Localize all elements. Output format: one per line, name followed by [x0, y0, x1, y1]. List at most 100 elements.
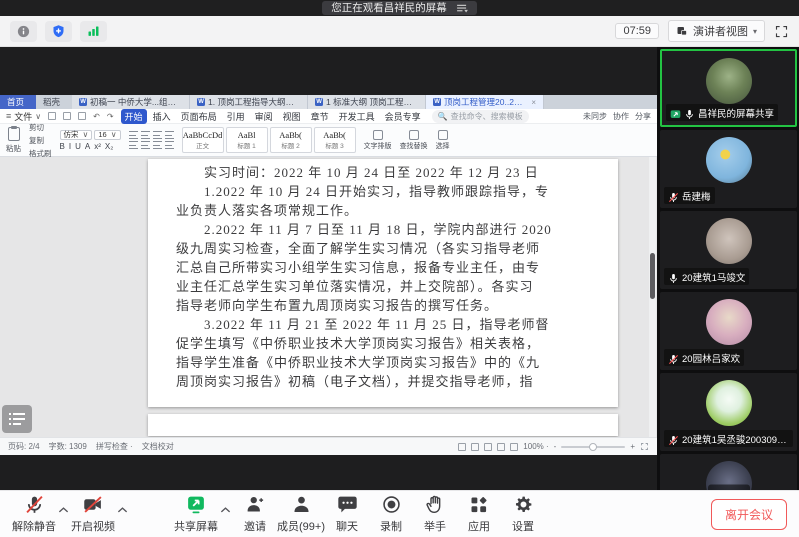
- ribbon-tool-button[interactable]: 文字排版: [364, 129, 392, 151]
- wps-ribbon-tab[interactable]: 开始: [120, 108, 147, 124]
- invite-button[interactable]: 邀请: [233, 492, 277, 536]
- paragraph-style-option[interactable]: AaBbCcDd 正文: [181, 127, 224, 153]
- indent-decrease-icon[interactable]: [152, 131, 162, 139]
- banner-menu-icon[interactable]: [456, 4, 468, 13]
- wps-document-tab[interactable]: W 稻壳: [36, 95, 72, 109]
- wps-ribbon-tab[interactable]: 会员专享: [381, 109, 425, 124]
- fullscreen-icon[interactable]: [774, 24, 789, 39]
- copy-button[interactable]: 复制: [29, 135, 52, 146]
- avatar: [705, 218, 752, 264]
- redo-icon[interactable]: ↷: [107, 112, 114, 121]
- wps-ribbon-tab[interactable]: 审阅: [251, 109, 277, 124]
- web-view-icon[interactable]: [497, 442, 506, 451]
- network-quality-button[interactable]: [80, 20, 107, 42]
- scrollbar-thumb[interactable]: [650, 253, 655, 299]
- font-name-select[interactable]: 仿宋 ∨: [59, 129, 93, 140]
- wps-menubar-right-item[interactable]: 未同步: [583, 111, 607, 122]
- mute-options-chevron[interactable]: [56, 499, 71, 521]
- paragraph-style-option[interactable]: AaBb( 标题 2: [269, 127, 312, 153]
- record-button[interactable]: 录制: [369, 492, 413, 536]
- wps-document-area[interactable]: 实习时间：2022 年 10 月 24 日至 2022 年 12 月 23 日 …: [0, 157, 657, 437]
- members-button[interactable]: 成员(99+): [277, 492, 325, 536]
- share-screen-button[interactable]: 共享屏幕: [174, 492, 218, 536]
- zoom-slider[interactable]: [561, 442, 626, 451]
- zoom-out-button[interactable]: -: [554, 442, 557, 451]
- participant-tile[interactable]: 20建筑1吴丞骏2003091...: [660, 373, 797, 451]
- chat-button[interactable]: 聊天: [325, 492, 369, 536]
- eye-protect-icon[interactable]: [458, 442, 467, 451]
- paste-button[interactable]: 粘贴: [6, 125, 21, 154]
- spellcheck-toggle[interactable]: 拼写检查 ·: [96, 441, 133, 452]
- ribbon-tool-button[interactable]: 选择: [436, 129, 450, 151]
- participant-tile[interactable]: 岳建梅: [660, 130, 797, 208]
- text-format-button[interactable]: A: [85, 142, 90, 151]
- view-mode-selector[interactable]: 演讲者视图 ▾: [667, 20, 765, 42]
- text-format-button[interactable]: I: [69, 142, 71, 151]
- wps-menubar-right-item[interactable]: 分享: [635, 111, 651, 122]
- text-format-button[interactable]: x²: [94, 142, 101, 151]
- wps-ribbon-tab[interactable]: 页面布局: [177, 109, 221, 124]
- settings-button[interactable]: 设置: [501, 492, 545, 536]
- proofread-toggle[interactable]: 文档校对: [142, 441, 174, 452]
- unmute-button[interactable]: 解除静音: [12, 492, 56, 536]
- participant-tile[interactable]: [660, 454, 797, 490]
- wps-document-tab[interactable]: W 顶岗工程管理20..21级指导手册(1) ×: [426, 95, 545, 109]
- wps-ribbon-tab[interactable]: 插入: [149, 109, 175, 124]
- wps-menubar-right-item[interactable]: 协作: [613, 111, 629, 122]
- paragraph-style-option[interactable]: AaBl 标题 1: [225, 127, 268, 153]
- outline-toggle-button[interactable]: [2, 405, 32, 433]
- cut-button[interactable]: 剪切: [29, 122, 52, 133]
- video-options-chevron[interactable]: [115, 499, 130, 521]
- wps-ribbon: 粘贴 剪切 复制 格式刷 仿宋 ∨ 16 ∨ B I U Ax² X₂ AaBb…: [0, 122, 657, 158]
- watching-banner[interactable]: 您正在观看昌祥民的屏幕: [322, 1, 477, 15]
- zoom-slider-knob[interactable]: [589, 442, 598, 451]
- apps-button[interactable]: 应用: [457, 492, 501, 536]
- zoom-in-button[interactable]: +: [630, 442, 635, 451]
- text-format-button[interactable]: X₂: [105, 142, 113, 151]
- wps-ribbon-tab[interactable]: 视图: [279, 109, 305, 124]
- ribbon-tool-icon: [437, 129, 448, 140]
- text-format-button[interactable]: B: [60, 142, 65, 151]
- align-center-icon[interactable]: [140, 141, 150, 149]
- wps-ribbon-tab[interactable]: 章节: [307, 109, 333, 124]
- participant-tile[interactable]: 20园林吕家欢: [660, 292, 797, 370]
- outline-view-icon[interactable]: [484, 442, 493, 451]
- print-icon[interactable]: [63, 112, 72, 120]
- speaker-view-icon: [677, 27, 687, 36]
- participant-tile[interactable]: 昌祥民的屏幕共享: [660, 49, 797, 127]
- numbered-list-icon[interactable]: [140, 131, 150, 139]
- save-icon[interactable]: [48, 112, 57, 120]
- align-left-icon[interactable]: [128, 141, 138, 149]
- wps-document-tab[interactable]: W 首页: [0, 95, 37, 109]
- line-spacing-icon[interactable]: [164, 141, 174, 149]
- bullet-list-icon[interactable]: [128, 131, 138, 139]
- ribbon-tool-button[interactable]: 查找替换: [400, 129, 428, 151]
- wps-ribbon-tab[interactable]: 引用: [223, 109, 249, 124]
- security-button[interactable]: [45, 20, 72, 42]
- align-right-icon[interactable]: [152, 141, 162, 149]
- edit-mode-icon[interactable]: [510, 442, 519, 451]
- document-scrollbar[interactable]: [649, 157, 656, 437]
- indent-increase-icon[interactable]: [164, 131, 174, 139]
- preview-icon[interactable]: [78, 112, 87, 120]
- share-options-chevron[interactable]: [218, 499, 233, 521]
- paragraph-style-option[interactable]: AaBb( 标题 3: [313, 127, 356, 153]
- font-size-select[interactable]: 16 ∨: [94, 129, 121, 140]
- participant-tile[interactable]: 20建筑1马竣文: [660, 211, 797, 289]
- wps-ribbon-tab[interactable]: 开发工具: [335, 109, 379, 124]
- wps-search-box[interactable]: 🔍 查找命令、搜索模板: [431, 109, 529, 123]
- wps-document-tab[interactable]: W 1. 顶岗工程指导大纲.docx: [190, 95, 309, 109]
- wps-document-tab[interactable]: W 1 标准大纲 顶岗工程.docx: [308, 95, 427, 109]
- start-video-button[interactable]: 开启视频: [71, 492, 115, 536]
- avatar: [705, 299, 752, 345]
- document-text-line: 业主任汇总学生实习单位落实情况，并上交院部）。各实习: [176, 279, 534, 294]
- raise-hand-button[interactable]: 举手: [413, 492, 457, 536]
- meeting-info-button[interactable]: [10, 20, 37, 42]
- wps-document-tab[interactable]: W 初稿一 中侨大学...组 (10.10): [72, 95, 191, 109]
- page-view-icon[interactable]: [471, 442, 480, 451]
- tab-close-icon[interactable]: ×: [531, 98, 536, 107]
- leave-meeting-button[interactable]: 离开会议: [710, 498, 787, 530]
- text-format-button[interactable]: U: [75, 142, 81, 151]
- fit-page-icon[interactable]: [640, 442, 649, 451]
- undo-icon[interactable]: ↶: [93, 112, 100, 121]
